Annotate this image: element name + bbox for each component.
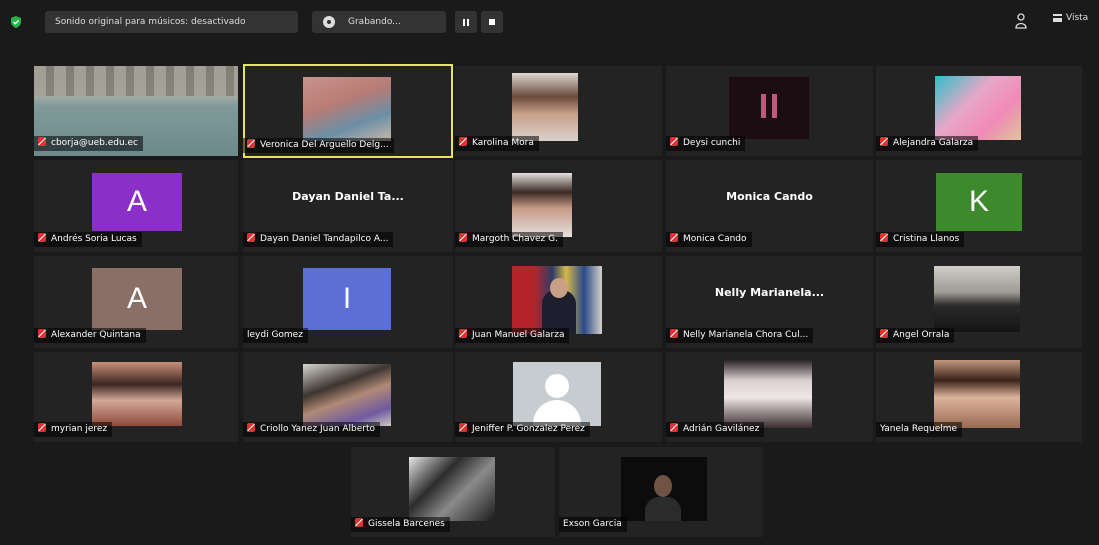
name-tag: Karolina Mora: [455, 136, 539, 151]
participant-photo: [935, 76, 1021, 140]
video-tile-cristina[interactable]: K Cristina Llanos: [876, 160, 1082, 252]
name-tag: Alejandra Galarza: [876, 136, 979, 151]
video-tile-deysi[interactable]: Deysi cunchi: [666, 66, 873, 156]
participant-photo: [729, 77, 809, 139]
avatar: A: [92, 173, 182, 231]
video-tile-myrian[interactable]: myrian jerez: [34, 352, 238, 442]
participant-photo: [409, 457, 495, 521]
participant-photo: [513, 362, 601, 426]
pause-recording-button[interactable]: [455, 11, 477, 33]
participant-photo: [512, 173, 572, 237]
muted-mic-icon: [459, 233, 467, 242]
video-tile-adrian[interactable]: Adrián Gavilánez: [666, 352, 873, 442]
muted-mic-icon: [880, 329, 888, 338]
participant-display-name: Dayan Daniel Ta...: [292, 190, 404, 203]
muted-mic-icon: [38, 137, 46, 146]
muted-mic-icon: [670, 137, 678, 146]
participant-photo: [303, 77, 391, 141]
shield-icon[interactable]: [9, 15, 23, 29]
participant-icon[interactable]: [1015, 13, 1027, 29]
name-tag: Cristina Llanos: [876, 232, 965, 247]
video-tile-jeniffer[interactable]: Jeniffer P. Gonzalez Perez: [455, 352, 662, 442]
name-tag: Alexander Quintana: [34, 328, 146, 343]
muted-mic-icon: [459, 423, 467, 432]
video-tile-monica[interactable]: Monica Cando Monica Cando: [666, 160, 873, 252]
name-tag: Nelly Marianela Chora Cul...: [666, 328, 814, 343]
name-tag: Angel Orrala: [876, 328, 955, 343]
muted-mic-icon: [459, 137, 467, 146]
meeting-toolbar: Sonido original para músicos: desactivad…: [0, 0, 1099, 46]
muted-mic-icon: [670, 329, 678, 338]
video-tile-veronica[interactable]: Veronica Del Arguello Delg...: [243, 64, 453, 158]
participant-photo: [724, 360, 812, 428]
participant-photo: [303, 364, 391, 426]
video-tile-juan-manuel[interactable]: Juan Manuel Galarza: [455, 256, 662, 348]
name-tag: Gissela Barcenes: [351, 517, 450, 532]
name-tag: Dayan Daniel Tandapilco A...: [243, 232, 394, 247]
recording-label: Grabando...: [348, 17, 401, 27]
muted-mic-icon: [38, 233, 46, 242]
muted-mic-icon: [247, 233, 255, 242]
original-audio-button[interactable]: Sonido original para músicos: desactivad…: [45, 11, 298, 33]
muted-mic-icon: [38, 423, 46, 432]
muted-mic-icon: [670, 233, 678, 242]
muted-mic-icon: [880, 233, 888, 242]
participant-display-name: Nelly Marianela...: [714, 286, 825, 299]
participant-photo: [512, 266, 602, 334]
name-tag: myrian jerez: [34, 422, 113, 437]
muted-mic-icon: [670, 423, 678, 432]
grid-icon: [1053, 13, 1062, 22]
participant-photo: [512, 73, 578, 141]
muted-mic-icon: [247, 139, 255, 148]
name-tag: Juan Manuel Galarza: [455, 328, 570, 343]
participant-display-name: Monica Cando: [726, 190, 813, 203]
view-button[interactable]: Vista: [1053, 13, 1088, 23]
name-tag: Deysi cunchi: [666, 136, 746, 151]
muted-mic-icon: [880, 137, 888, 146]
participant-photo: [934, 360, 1020, 428]
video-tile-dayan[interactable]: Dayan Daniel Ta... Dayan Daniel Tandapil…: [243, 160, 453, 252]
name-tag: Margoth Chavez G.: [455, 232, 563, 247]
name-tag: Adrián Gavilánez: [666, 422, 765, 437]
video-tile-yanela[interactable]: Yanela Requelme: [876, 352, 1082, 442]
name-tag: Andrés Soria Lucas: [34, 232, 142, 247]
video-tile-andres[interactable]: A Andrés Soria Lucas: [34, 160, 238, 252]
video-tile-exson[interactable]: Exson Garcia: [559, 447, 763, 537]
muted-mic-icon: [247, 423, 255, 432]
video-tile-margoth[interactable]: Margoth Chavez G.: [455, 160, 662, 252]
participant-photo: [92, 362, 182, 426]
video-tile-nelly[interactable]: Nelly Marianela... Nelly Marianela Chora…: [666, 256, 873, 348]
view-label: Vista: [1066, 13, 1089, 23]
recording-indicator[interactable]: Grabando...: [312, 11, 446, 33]
muted-mic-icon: [459, 329, 467, 338]
muted-mic-icon: [38, 329, 46, 338]
stop-recording-button[interactable]: [481, 11, 503, 33]
participant-photo: [934, 266, 1020, 332]
avatar: K: [936, 173, 1022, 231]
video-tile-cborja[interactable]: cborja@ueb.edu.ec: [34, 66, 238, 156]
muted-mic-icon: [355, 518, 363, 527]
video-tile-criollo[interactable]: Criollo Yanez Juan Alberto: [243, 352, 453, 442]
avatar: A: [92, 268, 182, 330]
name-tag: Jeniffer P. Gonzalez Perez: [455, 422, 590, 437]
participant-photo: [621, 457, 707, 521]
video-tile-alexander[interactable]: A Alexander Quintana: [34, 256, 238, 348]
name-tag: leydi Gomez: [243, 328, 308, 343]
name-tag: cborja@ueb.edu.ec: [34, 136, 143, 151]
name-tag: Criollo Yanez Juan Alberto: [243, 422, 381, 437]
video-tile-karolina[interactable]: Karolina Mora: [455, 66, 662, 156]
record-icon: [323, 16, 335, 28]
video-tile-angel[interactable]: Angel Orrala: [876, 256, 1082, 348]
name-tag: Yanela Requelme: [876, 422, 963, 437]
name-tag: Exson Garcia: [559, 517, 627, 532]
video-tile-gissela[interactable]: Gissela Barcenes: [351, 447, 555, 537]
video-tile-alejandra[interactable]: Alejandra Galarza: [876, 66, 1082, 156]
name-tag: Veronica Del Arguello Delg...: [243, 138, 394, 153]
avatar: I: [303, 268, 391, 330]
video-tile-leydi[interactable]: I leydi Gomez: [243, 256, 453, 348]
name-tag: Monica Cando: [666, 232, 752, 247]
